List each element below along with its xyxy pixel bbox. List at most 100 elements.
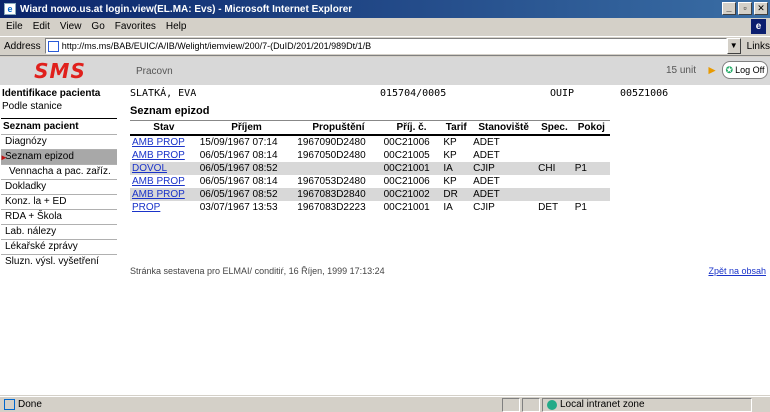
sidebar-section: Seznam pacient Diagnózy Seznam epizod Ve… — [0, 118, 117, 269]
table-cell: CJIP — [473, 202, 495, 213]
table-cell: 1967090D2480 — [297, 137, 366, 148]
logoff-icon: ✪ — [725, 64, 734, 75]
episode-status-link[interactable]: PROP — [132, 202, 160, 213]
column-header: Spec. — [536, 120, 573, 136]
sidebar-item-vennacha[interactable]: Vennacha a pac. zaříz. — [1, 164, 117, 179]
table-cell — [573, 175, 610, 188]
table-cell: 1967053D2480 — [297, 176, 366, 187]
table-cell: DR — [441, 188, 472, 201]
table-cell: 06/05/1967 08:14 — [199, 176, 278, 187]
address-label: Address — [4, 40, 41, 52]
table-cell: 00C21006 — [383, 137, 430, 148]
column-header: Propuštění — [295, 120, 382, 136]
table-cell: 00C21002 — [381, 188, 442, 201]
sidebar-item-dokladky[interactable]: Dokladky — [1, 179, 117, 194]
table-cell[interactable]: AMB PROP — [130, 175, 198, 188]
table-cell[interactable]: AMB PROP — [130, 188, 198, 201]
table-cell: IA — [443, 202, 453, 213]
patient-id: 015704/0005 — [380, 88, 447, 99]
table-cell: 06/05/1967 08:14 — [199, 150, 278, 161]
column-header: Příj. č. — [381, 120, 442, 136]
status-cell — [522, 397, 540, 412]
menu-edit[interactable]: Edit — [33, 21, 50, 32]
table-cell: 00C21005 — [383, 150, 430, 161]
table-row: PROP 03/07/1967 13:53 1967083D2223 00C21001… — [130, 201, 610, 214]
links-button[interactable]: Links — [747, 41, 770, 52]
table-cell — [536, 175, 573, 188]
maximize-button[interactable]: ▫ — [738, 2, 752, 15]
column-header: Příjem — [197, 120, 296, 136]
table-cell[interactable]: DOVOL — [130, 162, 198, 175]
episode-status-link[interactable]: AMB PROP — [132, 137, 185, 148]
table-cell: ADET — [473, 137, 500, 148]
page-viewport: SMS Pracovn 15 unit ► ✪ Log Off Identifi… — [0, 57, 770, 395]
table-cell[interactable]: PROP — [130, 201, 198, 214]
episode-status-link[interactable]: AMB PROP — [132, 150, 185, 161]
table-cell: 1967083D2840 — [295, 188, 382, 201]
minimize-button[interactable]: _ — [722, 2, 736, 15]
menu-favorites[interactable]: Favorites — [115, 21, 156, 32]
ie-brand-icon: e — [751, 19, 766, 34]
header-unit: 15 unit — [665, 65, 696, 76]
patient-code: 005Z1006 — [620, 88, 669, 99]
table-row: AMB PROP 06/05/1967 08:52 1967083D2840 00C2… — [130, 188, 610, 201]
episode-status-link[interactable]: AMB PROP — [132, 176, 185, 187]
address-input[interactable]: http://ms.ms/BAB/EUIC/A/IB/Welight/iemvi… — [44, 38, 727, 54]
table-cell: 00C21006 — [383, 176, 430, 187]
page-header: SMS Pracovn 15 unit ► ✪ Log Off — [0, 57, 770, 85]
episode-status-link[interactable]: DOVOL — [132, 163, 167, 174]
page-status-icon — [4, 399, 15, 410]
table-cell: 15/09/1967 07:14 — [199, 137, 278, 148]
menu-file[interactable]: Eile — [6, 21, 23, 32]
table-cell: CJIP — [471, 162, 537, 175]
sidebar-heading[interactable]: Identifikace pacienta — [0, 85, 120, 99]
column-header: Pokoj — [572, 120, 610, 136]
status-zone: Local intranet zone — [542, 397, 752, 412]
menu-view[interactable]: View — [60, 21, 82, 32]
table-cell — [536, 135, 573, 149]
sidebar-item-konzilia[interactable]: Konz. la + ED — [1, 194, 117, 209]
main-content: SLATKÁ, EVA 015704/0005 OUIP 005Z1006 Se… — [130, 85, 770, 395]
sidebar-item-lab[interactable]: Lab. nálezy — [1, 224, 117, 239]
sidebar-item-episodes[interactable]: Seznam epizod — [0, 149, 117, 164]
sms-logo: SMS — [0, 57, 120, 85]
table-cell — [572, 188, 610, 201]
sidebar-section-title[interactable]: Seznam pacient — [1, 118, 117, 134]
table-cell: KP — [443, 176, 457, 187]
zone-text: Local intranet zone — [560, 398, 645, 410]
table-cell — [573, 135, 610, 149]
table-cell: ADET — [473, 176, 500, 187]
back-to-contents-link[interactable]: Zpět na obsah — [708, 266, 766, 276]
table-cell — [536, 188, 573, 201]
episodes-title: Seznam epizod — [130, 105, 210, 117]
patient-station: OUIP — [550, 88, 575, 99]
table-cell: 03/07/1967 13:53 — [199, 202, 278, 213]
table-cell: KP — [443, 137, 457, 148]
table-cell: KP — [443, 150, 457, 161]
menu-help[interactable]: Help — [166, 21, 187, 32]
table-row: AMB PROP 06/05/1967 08:14 1967050D2480 00C2… — [130, 149, 610, 162]
column-header: Stav — [130, 120, 198, 136]
table-cell[interactable]: AMB PROP — [130, 135, 198, 149]
sidebar-link-by-station[interactable]: Podle stanice — [0, 99, 120, 114]
table-cell — [573, 149, 610, 162]
table-row: DOVOL 06/05/1967 08:52 00C21001 IA CJIP CHI P1 — [130, 162, 610, 175]
logoff-label: Log Off — [735, 65, 765, 75]
menu-go[interactable]: Go — [91, 21, 104, 32]
table-cell: 00C21001 — [381, 162, 442, 175]
logoff-button[interactable]: ✪ Log Off — [722, 61, 768, 79]
table-cell: CHI — [536, 162, 573, 175]
sidebar-item-results[interactable]: Sluzn. výsl. vyšetření — [1, 254, 117, 269]
sidebar-item-diagnoses[interactable]: Diagnózy — [1, 134, 117, 149]
column-header: Tarif — [441, 120, 472, 136]
status-bar: Done Local intranet zone — [0, 396, 770, 412]
close-button[interactable]: ✕ — [754, 2, 768, 15]
status-done: Done — [0, 399, 500, 410]
table-cell[interactable]: AMB PROP — [130, 149, 198, 162]
address-bar: Address http://ms.ms/BAB/EUIC/A/IB/Welig… — [0, 36, 770, 56]
episode-status-link[interactable]: AMB PROP — [132, 189, 185, 200]
sidebar-item-reports[interactable]: Lékařské zprávy — [1, 239, 117, 254]
sidebar-item-rda[interactable]: RDA + Škola — [1, 209, 117, 224]
address-dropdown-button[interactable]: ▼ — [726, 38, 741, 54]
table-cell: P1 — [572, 162, 610, 175]
